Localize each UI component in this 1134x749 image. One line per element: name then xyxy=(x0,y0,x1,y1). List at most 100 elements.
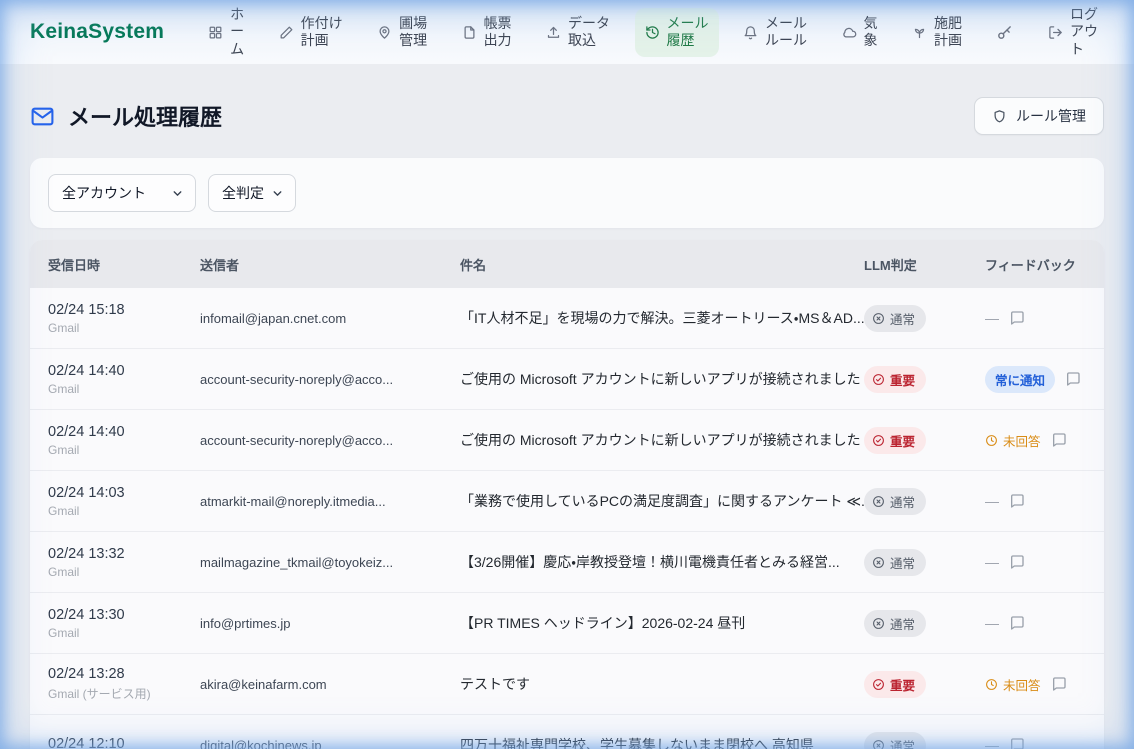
llm-judgement-badge: 通常 xyxy=(864,305,926,332)
received-datetime-cell: 02/24 13:30Gmail xyxy=(48,607,200,640)
llm-judgement-badge: 重要 xyxy=(864,671,926,698)
feedback-cell: 常に通知 xyxy=(985,366,1104,393)
table-row[interactable]: 02/24 13:32Gmailmailmagazine_tkmail@toyo… xyxy=(30,532,1104,593)
comment-bubble-icon[interactable] xyxy=(1051,432,1067,448)
judgement-label: 重要 xyxy=(890,370,915,389)
circle-x-icon xyxy=(872,617,885,630)
judgement-label: 通常 xyxy=(890,309,915,328)
table-row[interactable]: 02/24 14:03Gmailatmarkit-mail@noreply.it… xyxy=(30,471,1104,532)
main-content: メール処理履歴 ルール管理 全アカウント 全判定 受信日時送信者件名LLM判定フ… xyxy=(0,97,1134,749)
nav-item-label: 帳票 出力 xyxy=(484,15,512,50)
logout-icon xyxy=(1048,25,1063,40)
judgement-label: 通常 xyxy=(890,736,915,749)
account-label: Gmail xyxy=(48,382,200,396)
comment-bubble-icon[interactable] xyxy=(1009,493,1025,509)
table-row[interactable]: 02/24 13:30Gmailinfo@prtimes.jp【PR TIMES… xyxy=(30,593,1104,654)
nav-item-mail-history[interactable]: メール 履歴 xyxy=(635,8,719,57)
comment-bubble-icon[interactable] xyxy=(1009,310,1025,326)
judgement-label: 通常 xyxy=(890,492,915,511)
nav-item-label: 施肥 計画 xyxy=(934,15,962,50)
received-datetime: 02/24 14:40 xyxy=(48,363,200,379)
cloud-icon xyxy=(842,25,857,40)
comment-bubble-icon[interactable] xyxy=(1065,371,1081,387)
received-datetime-cell: 02/24 15:18Gmail xyxy=(48,302,200,335)
nav-item-logout[interactable]: ログ アウ ト xyxy=(1038,0,1108,65)
page-title-text: メール処理履歴 xyxy=(68,100,222,132)
llm-judgement-badge: 通常 xyxy=(864,610,926,637)
judgement-cell: 重要 xyxy=(864,366,985,393)
nav-item-mail-rules[interactable]: メール ルール xyxy=(733,8,817,57)
nav-item-label: メール ルール xyxy=(765,15,807,50)
nav-item-label: 作付け 計画 xyxy=(301,15,343,50)
column-header: LLM判定 xyxy=(864,255,985,274)
shield-icon xyxy=(992,109,1007,124)
clock-icon xyxy=(985,678,998,691)
grid-icon xyxy=(208,25,223,40)
chevron-down-icon xyxy=(171,187,184,200)
sender-cell: info@prtimes.jp xyxy=(200,616,460,631)
feedback-status: 未回答 xyxy=(985,675,1041,694)
subject-cell: テストです xyxy=(460,674,864,694)
feedback-label: 未回答 xyxy=(1003,431,1041,450)
judgement-cell: 通常 xyxy=(864,305,985,332)
nav-item-fertilizer-plan[interactable]: 施肥 計画 xyxy=(902,8,972,57)
table-row[interactable]: 02/24 14:40Gmailaccount-security-noreply… xyxy=(30,349,1104,410)
received-datetime-cell: 02/24 13:28Gmail (サービス用) xyxy=(48,666,200,702)
judgement-label: 通常 xyxy=(890,614,915,633)
nav-item-data-import[interactable]: データ 取込 xyxy=(536,8,620,57)
comment-bubble-icon[interactable] xyxy=(1051,676,1067,692)
judgement-cell: 通常 xyxy=(864,549,985,576)
table-header-row: 受信日時送信者件名LLM判定フィードバック xyxy=(30,240,1104,288)
circle-check-icon xyxy=(872,373,885,386)
received-datetime: 02/24 13:32 xyxy=(48,546,200,562)
rule-management-button[interactable]: ルール管理 xyxy=(974,97,1104,135)
nav-item-planting-plan[interactable]: 作付け 計画 xyxy=(269,8,353,57)
chevron-down-icon xyxy=(271,187,284,200)
circle-check-icon xyxy=(872,434,885,447)
received-datetime-cell: 02/24 12:10 xyxy=(48,736,200,749)
llm-judgement-badge: 通常 xyxy=(864,488,926,515)
nav-item-field-management[interactable]: 圃場 管理 xyxy=(367,8,437,57)
judgement-filter-select[interactable]: 全判定 xyxy=(208,174,296,212)
no-feedback-dash: — xyxy=(985,615,999,631)
table-row[interactable]: 02/24 14:40Gmailaccount-security-noreply… xyxy=(30,410,1104,471)
judgement-filter-value: 全判定 xyxy=(222,183,264,203)
llm-judgement-badge: 重要 xyxy=(864,427,926,454)
account-filter-select[interactable]: 全アカウント xyxy=(48,174,196,212)
upload-icon xyxy=(546,25,561,40)
subject-cell: 【PR TIMES ヘッドライン】2026-02-24 昼刊 xyxy=(460,613,864,633)
key-icon xyxy=(996,24,1013,41)
mail-history-table: 受信日時送信者件名LLM判定フィードバック 02/24 15:18Gmailin… xyxy=(30,240,1104,749)
mail-icon xyxy=(30,104,55,129)
sender-cell: account-security-noreply@acco... xyxy=(200,433,460,448)
subject-cell: ご使用の Microsoft アカウントに新しいアプリが接続されました xyxy=(460,369,864,389)
top-nav: KeinaSystem ホ ー ム作付け 計画圃場 管理帳票 出力データ 取込メ… xyxy=(0,0,1134,64)
comment-bubble-icon[interactable] xyxy=(1009,737,1025,749)
subject-cell: ご使用の Microsoft アカウントに新しいアプリが接続されました xyxy=(460,430,864,450)
document-icon xyxy=(462,25,477,40)
main-nav: ホ ー ム 作付け 計画圃場 管理 帳票 出力データ 取込メール 履歴 メール ルール… xyxy=(198,0,1108,65)
table-row[interactable]: 02/24 15:18Gmailinfomail@japan.cnet.com「… xyxy=(30,288,1104,349)
nav-item-key[interactable] xyxy=(986,17,1023,48)
feedback-badge: 常に通知 xyxy=(985,366,1055,393)
no-feedback-dash: — xyxy=(985,493,999,509)
table-row[interactable]: 02/24 12:10digital@kochinews.jp四万十福祉専門学校… xyxy=(30,715,1104,749)
column-header: 件名 xyxy=(460,255,864,274)
feedback-cell: — xyxy=(985,493,1104,509)
comment-bubble-icon[interactable] xyxy=(1009,615,1025,631)
sender-cell: akira@keinafarm.com xyxy=(200,677,460,692)
circle-x-icon xyxy=(872,312,885,325)
received-datetime-cell: 02/24 14:03Gmail xyxy=(48,485,200,518)
filter-panel: 全アカウント 全判定 xyxy=(30,158,1104,228)
nav-item-label: 気 象 xyxy=(864,15,878,50)
judgement-label: 重要 xyxy=(890,675,915,694)
nav-item-report-output[interactable]: 帳票 出力 xyxy=(452,8,522,57)
received-datetime: 02/24 12:10 xyxy=(48,736,200,749)
received-datetime-cell: 02/24 14:40 Gmail xyxy=(48,363,200,396)
nav-item-weather[interactable]: 気 象 xyxy=(832,8,888,57)
comment-bubble-icon[interactable] xyxy=(1009,554,1025,570)
received-datetime: 02/24 14:40 xyxy=(48,424,200,440)
table-row[interactable]: 02/24 13:28Gmail (サービス用)akira@keinafarm.… xyxy=(30,654,1104,715)
nav-item-home[interactable]: ホ ー ム xyxy=(198,0,254,65)
sender-cell: atmarkit-mail@noreply.itmedia... xyxy=(200,494,460,509)
